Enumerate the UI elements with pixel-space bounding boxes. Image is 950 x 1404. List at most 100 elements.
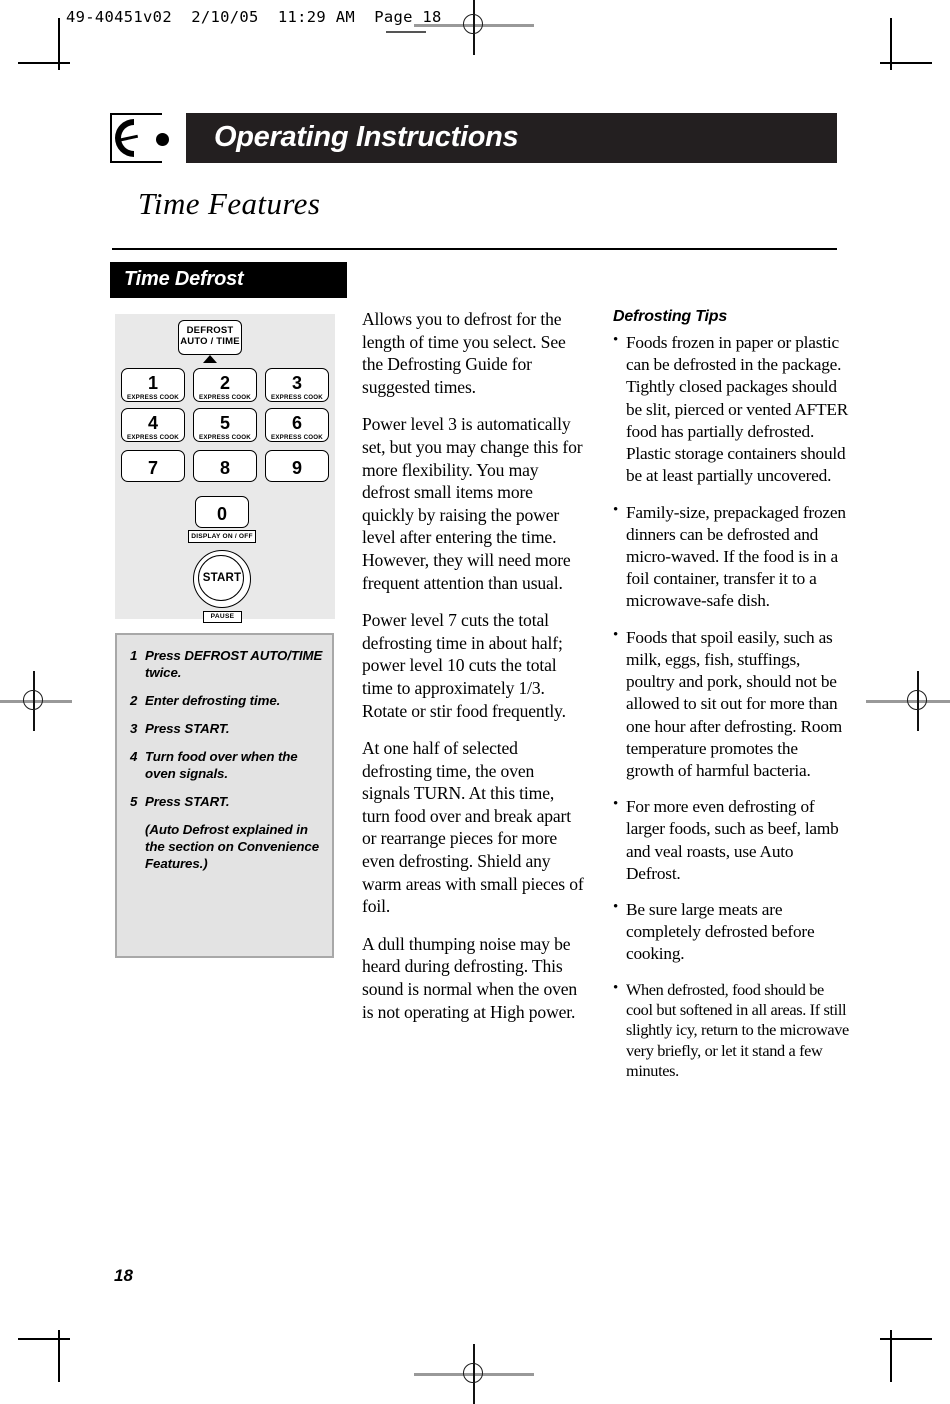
step-text: Press START.	[145, 794, 230, 810]
scan-slug-underline	[386, 31, 426, 33]
start-button-label: START	[202, 572, 242, 584]
keypad-key-4-sublabel: EXPRESS COOK	[127, 434, 179, 441]
registration-mark-right	[866, 671, 950, 731]
body-paragraph: Power level 7 cuts the total defrosting …	[362, 610, 566, 721]
keypad-defrost-auto-time-key[interactable]: DEFROST AUTO / TIME	[178, 320, 242, 355]
bullet-icon: •	[613, 796, 619, 813]
tip-text: Foods frozen in paper or plastic can be …	[626, 333, 849, 486]
keypad-key-7[interactable]: 7	[121, 450, 185, 482]
instruction-step: 5 Press START.	[130, 793, 325, 810]
keypad-key-5-number: 5	[219, 413, 230, 433]
keypad-key-9-number: 9	[291, 458, 302, 478]
tip-list-item: • When defrosted, food should be cool bu…	[613, 980, 849, 1082]
keypad-display-on-off-label: DISPLAY ON / OFF	[188, 530, 256, 543]
body-column-middle: Allows you to defrost for the length of …	[362, 308, 586, 1038]
tip-text: For more even defrosting of larger foods…	[626, 797, 839, 883]
scan-slug-line: 49-40451v02 2/10/05 11:29 AM Page 18	[66, 8, 442, 26]
step-number: 1	[130, 648, 138, 663]
crop-mark-top-right-horizontal	[880, 62, 932, 64]
crop-mark-bottom-right-horizontal	[880, 1338, 932, 1340]
control-panel-diagram: DEFROST AUTO / TIME 1 EXPRESS COOK 2 EXP…	[115, 314, 335, 623]
keypad-key-2-sublabel: EXPRESS COOK	[199, 394, 251, 401]
crop-mark-bottom-left-horizontal	[18, 1338, 70, 1340]
instruction-steps-note: (Auto Defrost explained in the section o…	[145, 821, 325, 872]
tip-list-item: • Foods frozen in paper or plastic can b…	[613, 332, 849, 488]
document-page: 49-40451v02 2/10/05 11:29 AM Page 18 Ope…	[0, 0, 950, 1404]
registration-mark-left	[0, 671, 72, 731]
instruction-steps-box: 1 Press DEFROST AUTO/TIME twice. 2 Enter…	[115, 633, 334, 958]
tip-list-item: • Foods that spoil easily, such as milk,…	[613, 627, 849, 783]
step-number: 3	[130, 721, 138, 737]
registration-mark-circle	[463, 14, 483, 34]
keypad-key-8[interactable]: 8	[193, 450, 257, 482]
instruction-steps-list: 1 Press DEFROST AUTO/TIME twice. 2 Enter…	[130, 647, 325, 883]
step-text: Press START.	[145, 721, 230, 737]
body-paragraph: A dull thumping noise may be heard durin…	[362, 933, 578, 1022]
registration-mark-circle	[23, 690, 43, 710]
body-paragraph: Power level 3 is automatically set, but …	[362, 414, 583, 593]
bullet-icon: •	[613, 899, 619, 916]
keypad-key-4[interactable]: 4 EXPRESS COOK	[121, 408, 185, 442]
tip-text: Foods that spoil easily, such as milk, e…	[626, 627, 843, 780]
step-text: Turn food over when the oven signals.	[145, 749, 298, 782]
body-paragraph: Allows you to defrost for the length of …	[362, 309, 566, 397]
steps-note-text: (Auto Defrost explained in the section o…	[145, 822, 319, 872]
tip-text: Family-size, prepackaged frozen dinners …	[626, 502, 846, 611]
keypad-key-1-number: 1	[147, 373, 158, 393]
defrost-key-pointer-icon	[203, 355, 217, 363]
keypad-key-6[interactable]: 6 EXPRESS COOK	[265, 408, 329, 442]
body-column-right: Defrosting Tips • Foods frozen in paper …	[613, 308, 849, 1095]
keypad-key-3[interactable]: 3 EXPRESS COOK	[265, 368, 329, 402]
registration-mark-bottom	[414, 1344, 534, 1404]
keypad-key-4-number: 4	[147, 413, 158, 433]
keypad-key-6-number: 6	[291, 413, 302, 433]
bullet-icon: •	[613, 979, 618, 996]
crop-mark-top-left-horizontal	[18, 62, 70, 64]
dial-knob-icon	[110, 113, 162, 163]
step-text: Press DEFROST AUTO/TIME twice.	[145, 648, 323, 681]
defrosting-tips-heading: Defrosting Tips	[613, 308, 728, 325]
header-title: Operating Instructions	[214, 121, 519, 153]
keypad-key-7-number: 7	[147, 458, 158, 478]
keypad-key-8-number: 8	[219, 458, 230, 478]
instruction-step: 3 Press START.	[130, 720, 325, 737]
keypad-pause-label: PAUSE	[203, 611, 242, 623]
keypad-key-5-sublabel: EXPRESS COOK	[199, 434, 251, 441]
keypad-key-2[interactable]: 2 EXPRESS COOK	[193, 368, 257, 402]
registration-mark-circle	[907, 690, 927, 710]
tip-text: Be sure large meats are completely defro…	[626, 900, 815, 964]
step-number: 2	[130, 693, 138, 709]
page-number: 18	[114, 1266, 133, 1285]
keypad-key-2-number: 2	[219, 373, 230, 393]
keypad-start-button[interactable]: START	[193, 550, 251, 608]
keypad-key-1[interactable]: 1 EXPRESS COOK	[121, 368, 185, 402]
bullet-icon: •	[613, 626, 619, 643]
subsection-title: Time Defrost	[124, 268, 244, 290]
instruction-step: 1 Press DEFROST AUTO/TIME twice.	[130, 647, 325, 681]
tip-text: When defrosted, food should be cool but …	[626, 979, 849, 1081]
step-number: 4	[130, 749, 138, 765]
keypad-key-3-number: 3	[291, 373, 302, 393]
keypad-key-9[interactable]: 9	[265, 450, 329, 482]
body-paragraph: At one half of selected defrosting time,…	[362, 738, 584, 917]
header-banner: Operating Instructions	[186, 113, 837, 163]
tip-list-item: • For more even defrosting of larger foo…	[613, 796, 849, 885]
keypad-key-1-sublabel: EXPRESS COOK	[127, 394, 179, 401]
registration-mark-top	[414, 0, 534, 55]
defrost-key-label-line2: AUTO / TIME	[180, 336, 240, 348]
page-title: Time Features	[138, 186, 321, 221]
step-text: Enter defrosting time.	[145, 693, 281, 709]
keypad-key-5[interactable]: 5 EXPRESS COOK	[193, 408, 257, 442]
instruction-step: 2 Enter defrosting time.	[130, 692, 325, 709]
keypad-key-0[interactable]: 0	[195, 496, 249, 528]
registration-mark-circle	[463, 1363, 483, 1383]
tip-list-item: • Be sure large meats are completely def…	[613, 899, 849, 966]
keypad-key-0-number: 0	[216, 504, 227, 524]
horizontal-divider	[112, 248, 837, 250]
keypad-key-3-sublabel: EXPRESS COOK	[271, 394, 323, 401]
tip-list-item: • Family-size, prepackaged frozen dinner…	[613, 502, 849, 613]
defrost-key-label-line1: DEFROST	[186, 325, 234, 336]
bullet-icon: •	[613, 501, 619, 518]
instruction-step: 4 Turn food over when the oven signals.	[130, 748, 325, 782]
header-bullet-dot-icon	[156, 133, 169, 146]
